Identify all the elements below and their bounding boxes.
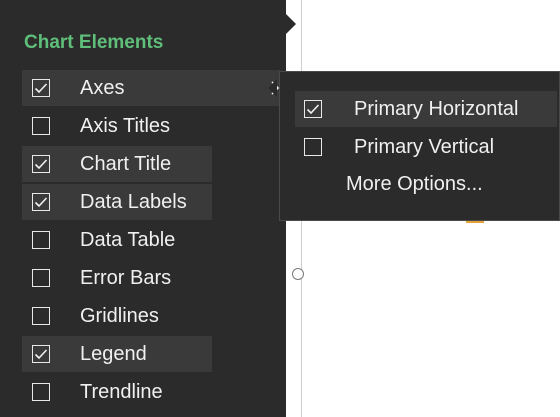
chart-element-gridlines[interactable]: Gridlines bbox=[22, 298, 212, 334]
checkmark-icon bbox=[34, 349, 48, 360]
chart-element-chart-title[interactable]: Chart Title bbox=[22, 146, 212, 182]
submenu-item-label: Primary Vertical bbox=[354, 135, 495, 158]
panel-callout-arrow bbox=[286, 14, 296, 34]
checkbox-axis-titles[interactable] bbox=[32, 117, 50, 135]
chart-elements-panel: Chart Elements Axes Axis Titles Chart Ti… bbox=[0, 0, 286, 417]
chart-element-data-labels[interactable]: Data Labels bbox=[22, 184, 212, 220]
checkbox-trendline[interactable] bbox=[32, 383, 50, 401]
submenu-item-primary-vertical[interactable]: Primary Vertical bbox=[295, 129, 557, 165]
submenu-item-label: Primary Horizontal bbox=[354, 97, 519, 120]
chart-element-label: Axes bbox=[80, 76, 125, 99]
chart-element-label: Legend bbox=[80, 342, 147, 365]
axes-submenu: Primary Horizontal Primary Vertical More… bbox=[279, 71, 560, 221]
chart-resize-handle[interactable] bbox=[292, 268, 304, 280]
checkmark-icon bbox=[34, 159, 48, 170]
checkbox-data-table[interactable] bbox=[32, 231, 50, 249]
chart-element-label: Gridlines bbox=[80, 304, 159, 327]
checkbox-primary-vertical[interactable] bbox=[304, 138, 322, 156]
chart-element-label: Data Table bbox=[80, 228, 176, 251]
chart-element-data-table[interactable]: Data Table bbox=[22, 222, 212, 258]
chart-element-label: Chart Title bbox=[80, 152, 172, 175]
chart-element-axes[interactable]: Axes bbox=[22, 70, 280, 106]
submenu-item-primary-horizontal[interactable]: Primary Horizontal bbox=[295, 91, 557, 127]
chart-element-label: Error Bars bbox=[80, 266, 172, 289]
submenu-pointer-notch bbox=[268, 79, 277, 97]
chart-element-error-bars[interactable]: Error Bars bbox=[22, 260, 212, 296]
checkbox-chart-title[interactable] bbox=[32, 155, 50, 173]
checkbox-error-bars[interactable] bbox=[32, 269, 50, 287]
chart-element-trendline[interactable]: Trendline bbox=[22, 374, 212, 410]
checkbox-gridlines[interactable] bbox=[32, 307, 50, 325]
checkbox-legend[interactable] bbox=[32, 345, 50, 363]
more-options-link[interactable]: More Options... bbox=[346, 173, 483, 196]
checkbox-data-labels[interactable] bbox=[32, 193, 50, 211]
checkmark-icon bbox=[34, 83, 48, 94]
chart-element-axis-titles[interactable]: Axis Titles bbox=[22, 108, 212, 144]
chart-element-label: Axis Titles bbox=[80, 114, 171, 137]
checkbox-primary-horizontal[interactable] bbox=[304, 100, 322, 118]
panel-title: Chart Elements bbox=[24, 32, 164, 53]
chart-element-label: Trendline bbox=[80, 380, 163, 403]
chart-element-label: Data Labels bbox=[80, 190, 187, 213]
checkmark-icon bbox=[306, 104, 320, 115]
checkbox-axes[interactable] bbox=[32, 79, 50, 97]
checkmark-icon bbox=[34, 197, 48, 208]
chart-element-legend[interactable]: Legend bbox=[22, 336, 212, 372]
